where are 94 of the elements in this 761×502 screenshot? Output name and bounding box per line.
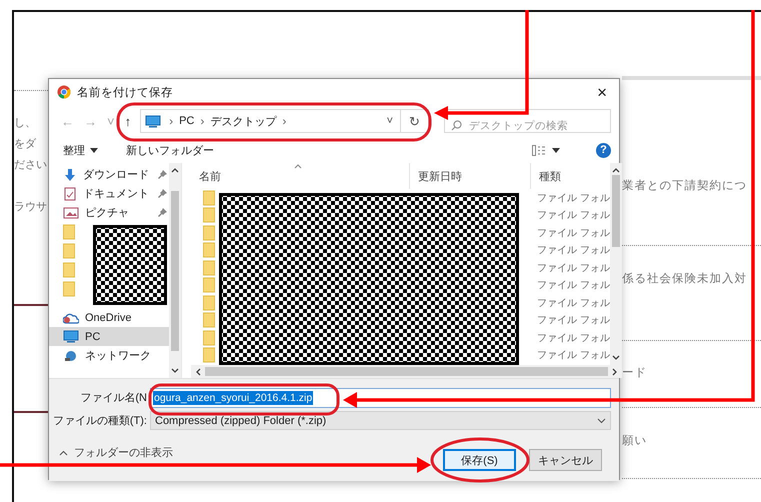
nav-item-label: PC bbox=[85, 330, 100, 342]
nav-item-label: ドキュメント bbox=[83, 187, 149, 201]
folder-icon bbox=[203, 260, 215, 276]
page-text: をダ bbox=[14, 136, 38, 152]
file-type-dropdown[interactable]: Compressed (zipped) Folder (*.zip) bbox=[150, 411, 611, 430]
file-type-cell-text: ファイル フォル bbox=[536, 296, 610, 310]
scroll-up-icon[interactable] bbox=[612, 167, 620, 173]
breadcrumb-item[interactable]: PC bbox=[177, 115, 196, 127]
address-bar[interactable]: › PC › デスクトップ › ˅ ↻ bbox=[140, 109, 430, 133]
file-name-label: ファイル名(N bbox=[79, 391, 148, 405]
folder-icon bbox=[203, 277, 215, 294]
refresh-button[interactable]: ↻ bbox=[400, 110, 428, 132]
folder-icon bbox=[203, 330, 215, 346]
file-type-cell-text: ファイル フォル bbox=[536, 314, 610, 328]
browser-icon bbox=[57, 85, 71, 99]
cancel-button[interactable]: キャンセル bbox=[529, 449, 602, 471]
scroll-left-icon[interactable] bbox=[195, 368, 201, 376]
nav-item-label: ダウンロード bbox=[83, 168, 149, 182]
breadcrumb-separator: › bbox=[281, 114, 288, 128]
monitor-icon bbox=[63, 330, 79, 343]
folder-icon bbox=[203, 312, 215, 328]
page-text: し、 bbox=[14, 115, 37, 131]
up-button[interactable]: ↑ bbox=[120, 114, 136, 128]
list-view-icon bbox=[532, 144, 546, 156]
search-field[interactable]: デスクトップの検索 bbox=[444, 109, 612, 133]
page-text: 業者との下請契約につ bbox=[622, 177, 748, 194]
file-type-cell-text: ファイル フォル bbox=[536, 192, 610, 205]
file-type-label: ファイルの種類(T): bbox=[52, 414, 148, 428]
file-type-cell-text: ファイル フォル bbox=[536, 226, 610, 240]
new-folder-button[interactable]: 新しいフォルダー bbox=[122, 140, 218, 160]
folder-icon bbox=[63, 242, 75, 258]
nav-item[interactable]: ピクチャ bbox=[49, 203, 169, 222]
page-text: 願い bbox=[622, 432, 648, 449]
nav-item-label: OneDrive bbox=[85, 312, 132, 324]
image-icon bbox=[63, 206, 79, 220]
nav-item[interactable]: ネットワーク bbox=[49, 346, 169, 365]
document-icon bbox=[63, 186, 77, 200]
help-button[interactable]: ? bbox=[596, 142, 611, 158]
scroll-down-icon[interactable] bbox=[171, 368, 179, 374]
cloud-icon bbox=[63, 312, 79, 324]
caret-icon bbox=[90, 148, 98, 152]
nav-item[interactable]: ダウンロード bbox=[49, 165, 169, 184]
folder-icon bbox=[63, 280, 75, 296]
scroll-thumb[interactable] bbox=[171, 190, 179, 350]
scroll-up-icon[interactable] bbox=[171, 167, 179, 173]
caret-icon bbox=[552, 148, 560, 152]
file-type-cell-text: ファイル フォル bbox=[536, 209, 610, 222]
folder-icon bbox=[63, 262, 75, 278]
folder-icon bbox=[203, 242, 215, 258]
nav-item-label: ピクチャ bbox=[85, 206, 129, 220]
page-text: ださい bbox=[14, 157, 48, 173]
folder-icon bbox=[203, 294, 215, 311]
file-type-cell-text: ファイル フォル bbox=[536, 349, 610, 362]
folder-icon bbox=[203, 190, 215, 206]
scroll-thumb[interactable] bbox=[612, 175, 620, 247]
view-options-button[interactable] bbox=[530, 142, 562, 158]
column-header[interactable]: 更新日時 bbox=[409, 163, 530, 189]
file-type-cell-text: ファイル フォル bbox=[536, 244, 610, 258]
nav-item[interactable]: OneDrive bbox=[49, 308, 169, 327]
page-text: 係る社会保険未加入対 bbox=[622, 270, 748, 287]
nav-item[interactable]: ドキュメント bbox=[49, 184, 169, 203]
folder-icon bbox=[203, 207, 215, 224]
sort-indicator-icon bbox=[294, 164, 302, 169]
folder-icon bbox=[63, 224, 75, 240]
breadcrumb-separator: › bbox=[168, 114, 174, 128]
organize-button[interactable]: 整理 bbox=[59, 140, 102, 160]
network-icon bbox=[63, 350, 79, 362]
file-type-cell-text: ファイル フォル bbox=[536, 332, 610, 345]
chevron-down-icon bbox=[597, 418, 606, 424]
scroll-down-icon[interactable] bbox=[612, 355, 620, 361]
nav-item[interactable]: PC bbox=[49, 327, 169, 346]
scroll-thumb[interactable] bbox=[205, 367, 608, 376]
folder-icon bbox=[203, 224, 215, 241]
page-text: ード bbox=[622, 364, 648, 381]
close-button[interactable]: × bbox=[593, 84, 611, 100]
breadcrumb-separator: › bbox=[199, 114, 206, 128]
address-dropdown-button[interactable]: ˅ bbox=[380, 115, 400, 127]
column-header[interactable]: 名前 bbox=[191, 163, 409, 189]
scroll-right-icon[interactable] bbox=[612, 368, 618, 376]
file-type-cell-text: ファイル フォル bbox=[536, 262, 610, 275]
scrollbar[interactable] bbox=[610, 163, 622, 365]
breadcrumb-item[interactable]: デスクトップ bbox=[208, 114, 278, 128]
scrollbar[interactable] bbox=[191, 365, 622, 378]
save-button[interactable]: 保存(S) bbox=[443, 449, 516, 471]
scrollbar[interactable] bbox=[169, 163, 181, 378]
file-type-cell-text: ファイル フォル bbox=[536, 279, 610, 292]
download-icon bbox=[63, 168, 77, 182]
page-text: ラウサ bbox=[14, 199, 48, 215]
nav-item-label: ネットワーク bbox=[85, 349, 151, 363]
column-header[interactable]: 種類 bbox=[530, 163, 600, 189]
folder-icon bbox=[203, 347, 215, 364]
hide-folders-button[interactable]: フォルダーの非表示 bbox=[59, 445, 173, 460]
chevron-up-icon bbox=[59, 450, 68, 456]
dialog-title: 名前を付けて保存 bbox=[77, 86, 173, 100]
